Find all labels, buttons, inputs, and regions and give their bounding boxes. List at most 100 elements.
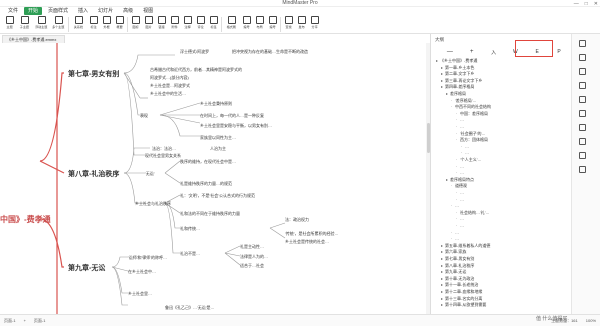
outline-row[interactable]: ·… xyxy=(456,216,464,221)
topic-node[interactable]: 古希腊古代和近代西方，前者…其精神是阿波罗式的 xyxy=(150,66,242,72)
ribbon-button[interactable]: 概要 xyxy=(113,15,126,34)
outline-row[interactable]: ▸ 第六章-家族 xyxy=(441,249,466,254)
topic-node[interactable]: 家族里以同性为主… xyxy=(200,134,236,140)
ribbon-button[interactable]: 查找 xyxy=(282,15,295,34)
outline-row[interactable]: ▸ 第十二章-血缘和地缘 xyxy=(441,289,482,294)
outline-row[interactable]: ▸ 第八章-礼治秩序 xyxy=(441,263,474,268)
outline-row[interactable]: ▸ 差序格局特点 xyxy=(446,177,474,182)
outline-row[interactable]: ▸ 第九章-无讼 xyxy=(441,269,466,274)
topic-node[interactable]: 礼治不是… xyxy=(180,250,200,256)
topic-node[interactable]: 人治为主 xyxy=(210,145,226,151)
outline-row[interactable]: · '个人主义'… xyxy=(456,157,482,162)
outline-row[interactable]: ▸ 第十四章-从欲望到需要 xyxy=(441,302,486,307)
outline-row[interactable]: · 中国：差序格局 xyxy=(456,111,488,116)
export-word-button[interactable]: W xyxy=(504,49,526,55)
current-page-tab[interactable]: 页面-1 xyxy=(30,318,50,324)
chapter-9-topic[interactable]: 第九章-无讼 xyxy=(68,263,105,272)
chapter-7-topic[interactable]: 第七章-男女有别 xyxy=(68,69,119,78)
clipart-panel-icon[interactable] xyxy=(579,96,586,103)
outline-row[interactable]: ·… xyxy=(456,190,464,195)
root-topic[interactable]: 中国》-费孝通 xyxy=(0,214,51,224)
topic-node[interactable]: 秩序的维持，在现代社会中是… xyxy=(180,158,236,164)
outline-row[interactable]: ▸ 第七章-男女有别 xyxy=(441,256,474,261)
outline-panel-icon[interactable] xyxy=(579,68,586,75)
topic-node[interactable]: '传统'，是社会所累积的经验… xyxy=(285,230,339,236)
menu-item[interactable]: 开始 xyxy=(24,7,43,15)
topic-node[interactable]: 乡土社会里… xyxy=(128,290,152,296)
add-page-button[interactable]: + xyxy=(20,318,30,323)
minimize-button[interactable]: — xyxy=(574,1,579,7)
outline-row[interactable]: ▸ 第十一章-长老统治 xyxy=(441,282,478,287)
ribbon-button[interactable]: 关系线 xyxy=(70,15,87,34)
mindmap-canvas[interactable]: 中国》-费孝通 第七章-男女有别 第八章-礼治秩序 第九章-无讼 浮士德式/阿波… xyxy=(0,43,430,314)
outline-row[interactable]: ·… xyxy=(456,124,464,129)
menu-item[interactable]: 高级 xyxy=(119,7,137,15)
outline-row[interactable]: ▸ 差序格局 xyxy=(446,91,466,96)
menu-item[interactable]: 页面样式 xyxy=(44,7,72,15)
outline-row[interactable]: ·… xyxy=(451,230,459,235)
ribbon-button[interactable]: 标注 xyxy=(87,15,100,34)
format-panel-icon[interactable] xyxy=(579,40,586,47)
topic-node[interactable]: 礼和传统… xyxy=(180,225,200,231)
icon-panel-icon[interactable] xyxy=(579,82,586,89)
collapse-button[interactable]: — xyxy=(439,49,461,55)
outline-row[interactable]: · 中西不同的社会结构 xyxy=(451,104,491,109)
ribbon-button[interactable]: 布局 xyxy=(253,15,266,34)
topic-node[interactable]: 适合于…社会 xyxy=(240,262,264,268)
ribbon-button[interactable]: 注释 xyxy=(181,15,194,34)
topic-node[interactable]: '讼师'和'律师'的称呼… xyxy=(128,254,167,260)
style-panel-icon[interactable] xyxy=(579,54,586,61)
expand-button[interactable]: + xyxy=(461,49,483,55)
import-button[interactable]: 入 xyxy=(483,49,505,56)
topic-node[interactable]: 把冲突视为存在的基础…生命是不断的改造 xyxy=(232,48,308,54)
ribbon-button[interactable]: 发布 xyxy=(295,15,308,34)
find-panel-icon[interactable] xyxy=(579,166,586,173)
export-ppt-button[interactable]: P xyxy=(548,49,570,55)
outline-row[interactable]: ▸ 第十章-无为政治 xyxy=(441,276,474,281)
topic-node[interactable]: 乡土社会与礼治秩序 xyxy=(135,200,171,206)
topic-node[interactable]: 乡土社会是传统的社会… xyxy=(285,238,329,244)
topic-node[interactable]: 法律是人为的… xyxy=(240,253,268,259)
outline-row[interactable]: ·… xyxy=(456,164,464,169)
outline-row[interactable]: ▸ 第十三章-名实的分离 xyxy=(441,296,482,301)
topic-node[interactable]: 鲁迅《孔乙己》…'无讼'是… xyxy=(165,304,215,310)
ribbon-button[interactable]: 子主题 xyxy=(16,15,33,34)
outline-row[interactable]: ·… xyxy=(451,203,459,208)
close-button[interactable]: ✕ xyxy=(594,1,598,7)
topic-node[interactable]: 法：政治权力 xyxy=(285,216,309,222)
outline-row[interactable]: ·… xyxy=(461,150,469,155)
outline-row[interactable]: · '社会圈子'的… xyxy=(456,131,486,136)
ribbon-button[interactable]: 主题 xyxy=(3,15,16,34)
outline-row[interactable]: · 道德观 xyxy=(451,183,467,188)
ribbon-button[interactable]: 多个主题 xyxy=(50,15,67,34)
export-excel-button[interactable]: E xyxy=(526,49,548,55)
topic-node[interactable]: 乡土社会秉持原则 xyxy=(200,100,232,106)
page-selector[interactable]: 页面-1 xyxy=(0,318,20,324)
menu-item[interactable]: 视图 xyxy=(139,7,157,15)
outline-row[interactable]: ▸ 第一章-乡土本色 xyxy=(441,65,474,70)
outline-row[interactable]: ·… xyxy=(456,170,464,175)
topic-node[interactable]: 礼是主动性… xyxy=(240,243,264,249)
topic-node[interactable]: 在乡土社会中… xyxy=(128,268,156,274)
topic-node[interactable]: 浮士德式/阿波罗 xyxy=(180,48,209,54)
topic-node[interactable]: 礼和法的不同在于维持秩序的力量 xyxy=(180,210,240,216)
ribbon-button[interactable]: 分享 xyxy=(308,15,321,34)
menu-item[interactable]: 插入 xyxy=(74,7,92,15)
outline-row[interactable]: ▸ 第三章-再论文字下乡 xyxy=(441,78,482,83)
menu-item[interactable]: 文件 xyxy=(4,7,22,15)
maximize-button[interactable]: □ xyxy=(585,1,588,7)
ribbon-button[interactable]: 外框 xyxy=(100,15,113,34)
outline-row[interactable]: ·… xyxy=(456,117,464,122)
chapter-8-topic[interactable]: 第八章-礼治秩序 xyxy=(68,169,119,178)
ribbon-button[interactable]: 图标 xyxy=(129,15,142,34)
outline-row[interactable]: ▸ 第四章-差序格局 xyxy=(441,84,474,89)
topic-node[interactable]: '无讼' xyxy=(145,170,155,176)
topic-node[interactable]: 在时间上，每一代的人…是一种反复 xyxy=(200,112,264,118)
outline-row[interactable]: ·… xyxy=(456,223,464,228)
ribbon-button[interactable]: 链接 xyxy=(155,15,168,34)
topic-node[interactable]: 乡土社会中的生活… xyxy=(150,90,186,96)
menu-item[interactable]: 幻灯片 xyxy=(94,7,117,15)
outline-row[interactable]: · 西方：团体格局 xyxy=(456,137,488,142)
ribbon-button[interactable]: 格式刷 xyxy=(223,15,240,34)
outline-row[interactable]: · 社会结构…'礼'… xyxy=(456,210,490,215)
